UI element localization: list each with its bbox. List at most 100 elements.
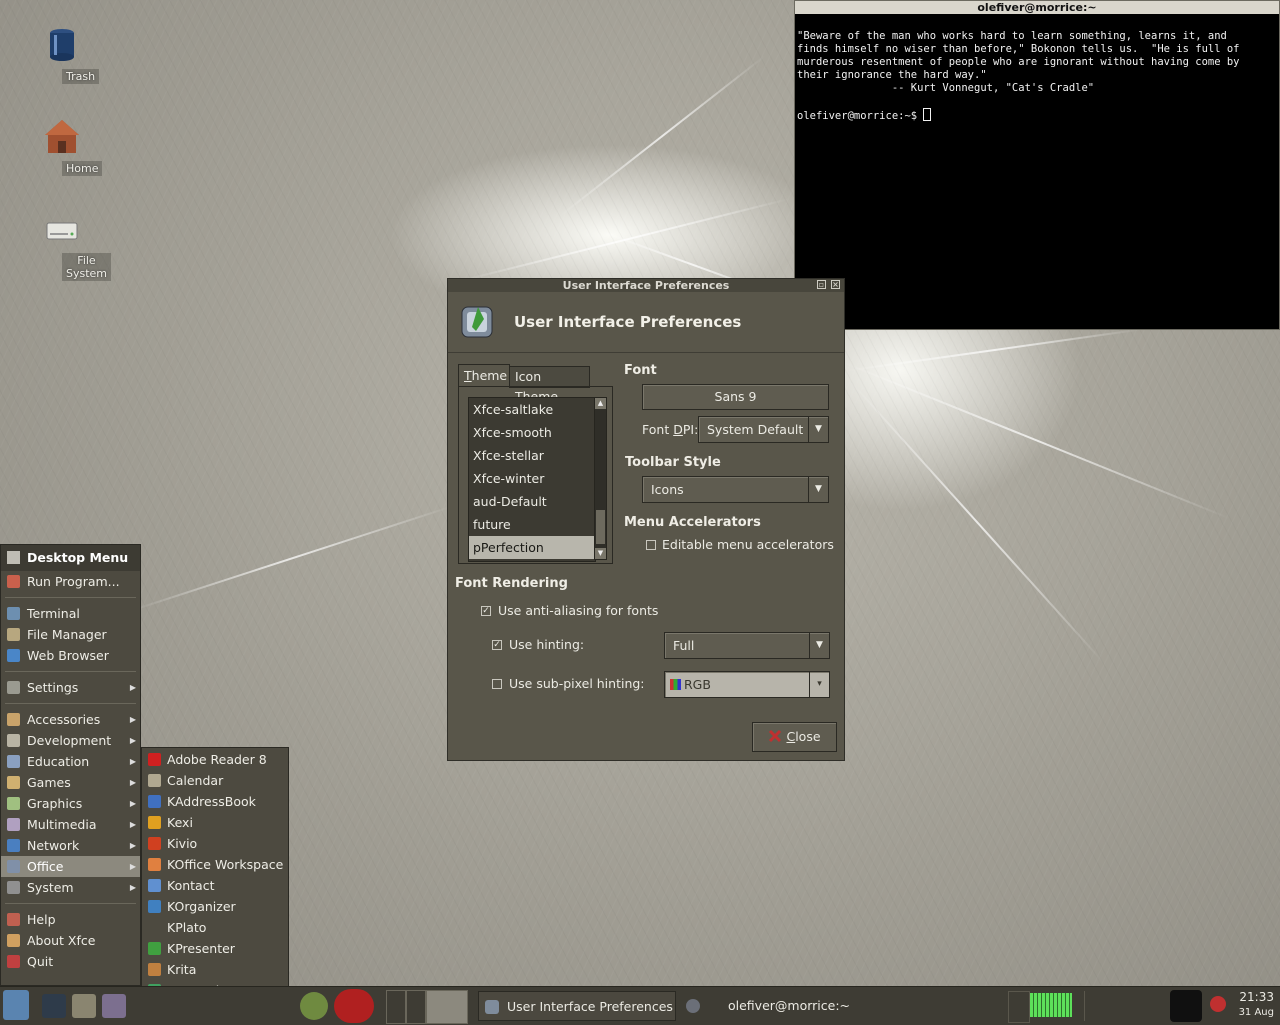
- korganizer-icon: [148, 900, 161, 913]
- task-label: User Interface Preferences: [507, 999, 673, 1014]
- desktop-menu-item-games[interactable]: Games ▶: [1, 772, 140, 793]
- tray-status-icon[interactable]: [1210, 996, 1226, 1012]
- desktop-menu-item-terminal[interactable]: Terminal: [1, 603, 140, 624]
- workspace-3-active[interactable]: [426, 990, 468, 1024]
- office-menu-item-calendar[interactable]: Calendar: [142, 770, 288, 791]
- menu-item-label: KOffice Workspace: [167, 857, 284, 872]
- file-manager-launcher-icon[interactable]: [72, 994, 96, 1018]
- menu-separator: [5, 671, 136, 672]
- subpixel-checkbox[interactable]: [492, 679, 502, 689]
- hinting-checkbox[interactable]: ✓: [492, 640, 502, 650]
- scroll-up-arrow-icon[interactable]: ▲: [595, 398, 606, 409]
- desktop-menu-item-network[interactable]: Network ▶: [1, 835, 140, 856]
- theme-item[interactable]: Xfce-smooth: [469, 421, 595, 444]
- terminal-window[interactable]: olefiver@morrice:~ "Beware of the man wh…: [794, 0, 1280, 330]
- subpixel-label[interactable]: Use sub-pixel hinting:: [509, 676, 645, 691]
- xfce-menu-button-icon[interactable]: [3, 990, 29, 1020]
- desktop-icon-home[interactable]: Home: [22, 117, 103, 176]
- workspace-1[interactable]: [386, 990, 406, 1024]
- toolbar-style-title: Toolbar Style: [625, 455, 721, 470]
- submenu-arrow-icon: ▶: [129, 778, 136, 787]
- network-monitor-graph: [1030, 993, 1072, 1017]
- desktop-icon-filesystem[interactable]: File System: [22, 209, 112, 281]
- office-menu-item-kontact[interactable]: Kontact: [142, 875, 288, 896]
- terminal-launcher-icon[interactable]: [42, 994, 66, 1018]
- scrollbar-thumb[interactable]: [596, 510, 605, 544]
- office-menu-item-kpresenter[interactable]: KPresenter: [142, 938, 288, 959]
- desktop-menu-item-accessories[interactable]: Accessories ▶: [1, 709, 140, 730]
- font-select-button[interactable]: Sans 9: [642, 384, 829, 410]
- desktop-menu-item-multimedia[interactable]: Multimedia ▶: [1, 814, 140, 835]
- menu-item-label: Adobe Reader 8: [167, 752, 267, 767]
- theme-item[interactable]: Xfce-winter: [469, 467, 595, 490]
- editor-launcher-icon[interactable]: [102, 994, 126, 1018]
- close-x-icon: [768, 725, 782, 743]
- theme-item-selected[interactable]: pPerfection: [469, 536, 595, 559]
- desktop-menu-item-education[interactable]: Education ▶: [1, 751, 140, 772]
- office-menu-item-kaddressbook[interactable]: KAddressBook: [142, 791, 288, 812]
- terminal-icon: [7, 607, 20, 620]
- desktop-icon-trash[interactable]: Trash: [22, 25, 102, 84]
- theme-list-scrollbar[interactable]: ▲ ▼: [594, 397, 607, 560]
- office-menu-item-kexi[interactable]: Kexi: [142, 812, 288, 833]
- hinting-dropdown[interactable]: Full ▼: [664, 632, 830, 659]
- task-terminal[interactable]: olefiver@morrice:~: [680, 991, 880, 1021]
- font-dpi-dropdown[interactable]: System Default ▼: [698, 416, 829, 443]
- desktop-menu-item-file-manager[interactable]: File Manager: [1, 624, 140, 645]
- tray-app-icon[interactable]: [1170, 990, 1202, 1022]
- task-ui-preferences[interactable]: User Interface Preferences: [478, 991, 676, 1021]
- desktop-menu-item-system[interactable]: System ▶: [1, 877, 140, 898]
- menu-item-label: KPresenter: [167, 941, 235, 956]
- dialog-titlebar[interactable]: User Interface Preferences ▫ ×: [448, 279, 844, 292]
- app-launcher-icon[interactable]: [300, 992, 328, 1020]
- menu-item-label: Network: [27, 838, 80, 853]
- network-icon: [7, 839, 20, 852]
- desktop-menu-item-help[interactable]: Help: [1, 909, 140, 930]
- opera-browser-icon[interactable]: [334, 989, 374, 1023]
- scroll-down-arrow-icon[interactable]: ▼: [595, 548, 606, 559]
- desktop-menu-item-settings[interactable]: Settings ▶: [1, 677, 140, 698]
- office-menu-item-koffice-workspace[interactable]: KOffice Workspace: [142, 854, 288, 875]
- clock[interactable]: 21:33 31 Aug: [1239, 990, 1274, 1020]
- theme-item[interactable]: Xfce-stellar: [469, 444, 595, 467]
- office-menu-item-adobe-reader-8[interactable]: Adobe Reader 8: [142, 749, 288, 770]
- office-menu-item-kivio[interactable]: Kivio: [142, 833, 288, 854]
- theme-item[interactable]: Xfce-saltlake: [469, 398, 595, 421]
- menu-separator: [5, 597, 136, 598]
- theme-list[interactable]: Xfce-saltlake Xfce-smooth Xfce-stellar X…: [468, 397, 596, 562]
- theme-item[interactable]: future: [469, 513, 595, 536]
- menu-item-label: Help: [27, 912, 56, 927]
- office-menu-item-kplato[interactable]: KPlato: [142, 917, 288, 938]
- workspace-pager[interactable]: [386, 990, 468, 1024]
- desktop-menu-item-office[interactable]: Office ▶: [1, 856, 140, 877]
- desktop-menu-item-graphics[interactable]: Graphics ▶: [1, 793, 140, 814]
- desktop-menu-item-web-browser[interactable]: Web Browser: [1, 645, 140, 666]
- menu-item-label: Terminal: [27, 606, 80, 621]
- desktop-menu-item-run-program[interactable]: Run Program...: [1, 571, 140, 592]
- terminal-titlebar[interactable]: olefiver@morrice:~: [795, 1, 1279, 14]
- close-window-button[interactable]: ×: [831, 280, 840, 289]
- tab-theme[interactable]: Theme: [458, 364, 510, 387]
- antialias-label[interactable]: Use anti-aliasing for fonts: [498, 603, 658, 618]
- menu-item-label: Accessories: [27, 712, 101, 727]
- subpixel-dropdown[interactable]: RGB ▾: [664, 671, 830, 698]
- desktop-menu-item-development[interactable]: Development ▶: [1, 730, 140, 751]
- close-button[interactable]: Close: [752, 722, 837, 752]
- office-menu-item-korganizer[interactable]: KOrganizer: [142, 896, 288, 917]
- office-menu-item-krita[interactable]: Krita: [142, 959, 288, 980]
- submenu-arrow-icon: ▶: [129, 715, 136, 724]
- workspace-2[interactable]: [406, 990, 426, 1024]
- terminal-output[interactable]: "Beware of the man who works hard to lea…: [795, 14, 1279, 123]
- hinting-label[interactable]: Use hinting:: [509, 637, 584, 652]
- terminal-task-icon: [686, 999, 700, 1013]
- editable-accelerators-label[interactable]: Editable menu accelerators: [662, 537, 834, 552]
- desktop-menu-item-quit[interactable]: Quit: [1, 951, 140, 972]
- editable-accelerators-checkbox[interactable]: [646, 540, 656, 550]
- theme-item[interactable]: aud-Default: [469, 490, 595, 513]
- tab-icon-theme[interactable]: Icon Theme: [509, 366, 590, 404]
- desktop-menu-item-about-xfce[interactable]: About Xfce: [1, 930, 140, 951]
- toolbar-style-dropdown[interactable]: Icons ▼: [642, 476, 829, 503]
- maximize-button[interactable]: ▫: [817, 280, 826, 289]
- antialias-checkbox[interactable]: ✓: [481, 606, 491, 616]
- settings-icon: [7, 681, 20, 694]
